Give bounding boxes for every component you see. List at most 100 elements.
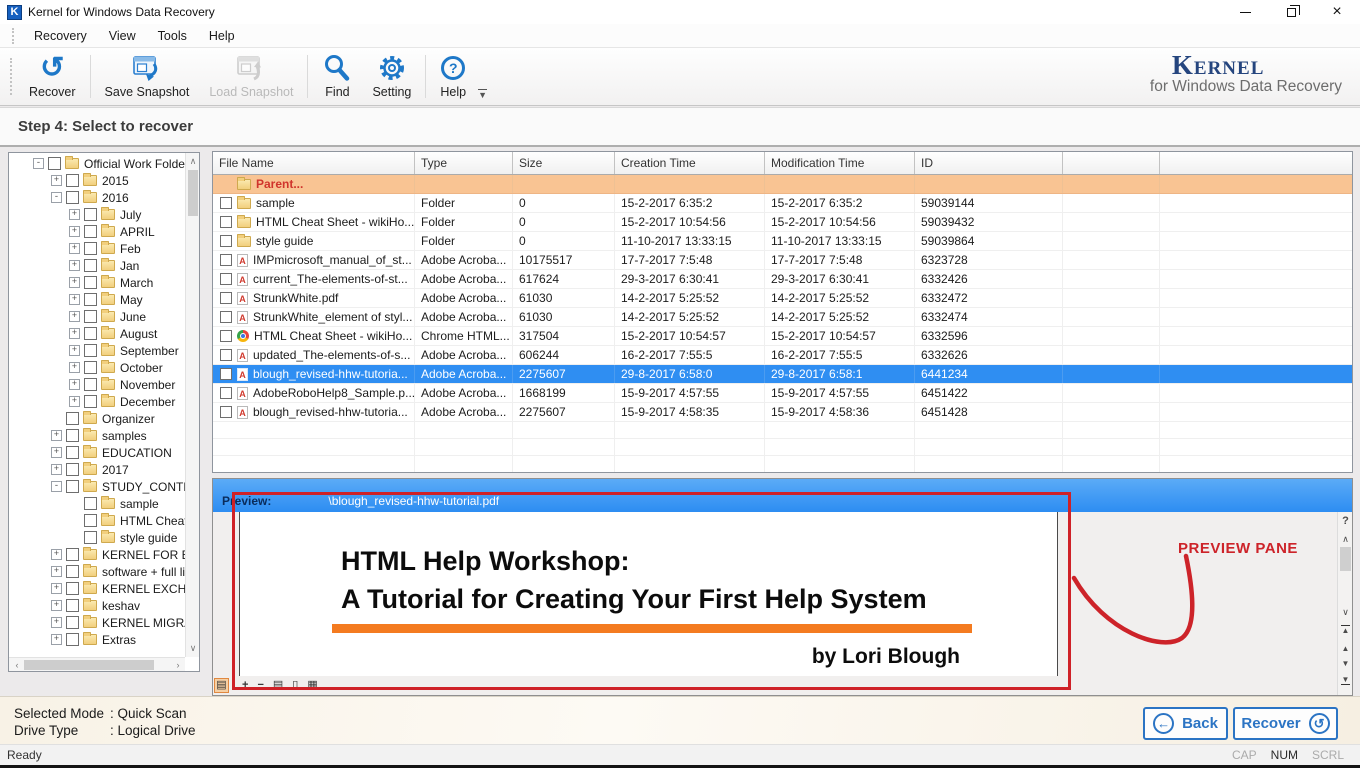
row-checkbox[interactable] [220, 216, 232, 228]
column-id[interactable]: ID [915, 152, 1063, 174]
tree-item[interactable]: +Extras [9, 631, 185, 648]
table-row[interactable]: AIMPmicrosoft_manual_of_st...Adobe Acrob… [213, 251, 1352, 270]
tree-item[interactable]: sample [9, 495, 185, 512]
zoom-out-icon[interactable]: − [257, 678, 263, 693]
expand-icon[interactable]: + [69, 328, 80, 339]
tree-checkbox[interactable] [84, 293, 97, 306]
tree-checkbox[interactable] [66, 463, 79, 476]
scrollbar-thumb[interactable] [188, 170, 198, 216]
table-row[interactable]: AAdobeRoboHelp8_Sample.p...Adobe Acroba.… [213, 384, 1352, 403]
table-row[interactable]: Parent... [213, 175, 1352, 194]
tree-item[interactable]: -Official Work Folder [9, 155, 185, 172]
expand-icon[interactable]: + [51, 617, 62, 628]
tree-item[interactable]: +samples [9, 427, 185, 444]
scroll-left-icon[interactable]: ‹ [10, 660, 24, 670]
multi-page-icon[interactable]: ▦ [307, 678, 317, 693]
expand-icon[interactable]: + [69, 379, 80, 390]
menu-tools[interactable]: Tools [147, 26, 198, 46]
expand-icon[interactable]: + [51, 175, 62, 186]
single-page-icon[interactable]: ▯ [292, 678, 298, 693]
row-checkbox[interactable] [220, 235, 232, 247]
tree-checkbox[interactable] [48, 157, 61, 170]
tree-checkbox[interactable] [84, 225, 97, 238]
page-list-icon[interactable]: ▤ [273, 678, 283, 693]
menu-recovery[interactable]: Recovery [23, 26, 98, 46]
expand-icon[interactable]: + [51, 464, 62, 475]
tree-item[interactable]: -2016 [9, 189, 185, 206]
tree-item[interactable]: +August [9, 325, 185, 342]
tree-item[interactable]: +KERNEL EXCHAN [9, 580, 185, 597]
tree-checkbox[interactable] [66, 599, 79, 612]
last-page-icon[interactable]: ▼ [1341, 675, 1350, 685]
tree-item[interactable]: +2017 [9, 461, 185, 478]
tree-checkbox[interactable] [84, 378, 97, 391]
table-row[interactable]: HTML Cheat Sheet - wikiHo...Folder015-2-… [213, 213, 1352, 232]
scroll-down-icon[interactable]: ∨ [1338, 607, 1353, 618]
tree-item[interactable]: -STUDY_CONTEN [9, 478, 185, 495]
tree-item[interactable]: +software + full li [9, 563, 185, 580]
menu-help[interactable]: Help [198, 26, 246, 46]
scroll-up-icon[interactable]: ∧ [1338, 534, 1353, 545]
tree-checkbox[interactable] [66, 633, 79, 646]
row-checkbox[interactable] [220, 330, 232, 342]
tree-item[interactable]: +KERNEL MIGRAT [9, 614, 185, 631]
table-row[interactable]: HTML Cheat Sheet - wikiHo...Chrome HTML.… [213, 327, 1352, 346]
tree-checkbox[interactable] [66, 191, 79, 204]
tree-checkbox[interactable] [66, 565, 79, 578]
collapse-icon[interactable]: - [33, 158, 44, 169]
collapse-icon[interactable]: - [51, 481, 62, 492]
row-checkbox[interactable] [220, 387, 232, 399]
row-checkbox[interactable] [220, 197, 232, 209]
tree-item[interactable]: +Feb [9, 240, 185, 257]
tree-item[interactable]: HTML Cheat [9, 512, 185, 529]
find-button[interactable]: Find [312, 48, 362, 105]
setting-button[interactable]: Setting [362, 48, 421, 105]
table-row[interactable]: Aupdated_The-elements-of-s...Adobe Acrob… [213, 346, 1352, 365]
tree-checkbox[interactable] [66, 582, 79, 595]
tree-checkbox[interactable] [84, 310, 97, 323]
expand-icon[interactable]: + [69, 396, 80, 407]
column-creation-time[interactable]: Creation Time [615, 152, 765, 174]
zoom-in-icon[interactable]: + [242, 678, 248, 693]
next-page-icon[interactable]: ▼ [1338, 659, 1353, 668]
previous-page-icon[interactable]: ▲ [1338, 644, 1353, 653]
tree-item[interactable]: +keshav [9, 597, 185, 614]
expand-icon[interactable]: + [51, 600, 62, 611]
tree-checkbox[interactable] [84, 327, 97, 340]
tree-item[interactable]: +EDUCATION [9, 444, 185, 461]
tree-checkbox[interactable] [84, 395, 97, 408]
column-size[interactable]: Size [513, 152, 615, 174]
row-checkbox[interactable] [220, 254, 232, 266]
tree-vertical-scrollbar[interactable]: ∧ ∨ [185, 153, 199, 657]
column-modification-time[interactable]: Modification Time [765, 152, 915, 174]
expand-icon[interactable]: + [69, 362, 80, 373]
preview-vertical-scrollbar[interactable]: ? ∧ ∨ ▲ ▲ ▼ ▼ [1337, 512, 1352, 695]
tree-checkbox[interactable] [84, 276, 97, 289]
restore-button[interactable] [1268, 0, 1314, 24]
scroll-right-icon[interactable]: › [172, 660, 184, 670]
table-row[interactable]: style guideFolder011-10-2017 13:33:1511-… [213, 232, 1352, 251]
scroll-up-icon[interactable]: ∧ [186, 156, 200, 167]
thumbnail-panel-icon[interactable]: ▤ [214, 678, 229, 693]
expand-icon[interactable]: + [51, 549, 62, 560]
table-row[interactable]: Acurrent_The-elements-of-st...Adobe Acro… [213, 270, 1352, 289]
tree-item[interactable]: Organizer [9, 410, 185, 427]
context-help-icon[interactable]: ? [1338, 515, 1353, 527]
tree-checkbox[interactable] [84, 259, 97, 272]
expand-icon[interactable]: + [51, 634, 62, 645]
expand-icon[interactable]: + [69, 294, 80, 305]
tree-item[interactable]: +December [9, 393, 185, 410]
help-button[interactable]: ? Help [430, 48, 476, 105]
tree-checkbox[interactable] [66, 174, 79, 187]
expand-icon[interactable]: + [69, 243, 80, 254]
row-checkbox[interactable] [220, 273, 232, 285]
scrollbar-thumb[interactable] [1340, 547, 1351, 571]
scrollbar-thumb[interactable] [24, 660, 154, 670]
tree-item[interactable]: +March [9, 274, 185, 291]
column-file-name[interactable]: File Name [213, 152, 415, 174]
recover-button[interactable]: Recover ↺ [1233, 707, 1338, 740]
row-checkbox[interactable] [220, 311, 232, 323]
scroll-down-icon[interactable]: ∨ [186, 643, 200, 654]
tree-item[interactable]: +June [9, 308, 185, 325]
tree-item[interactable]: +November [9, 376, 185, 393]
